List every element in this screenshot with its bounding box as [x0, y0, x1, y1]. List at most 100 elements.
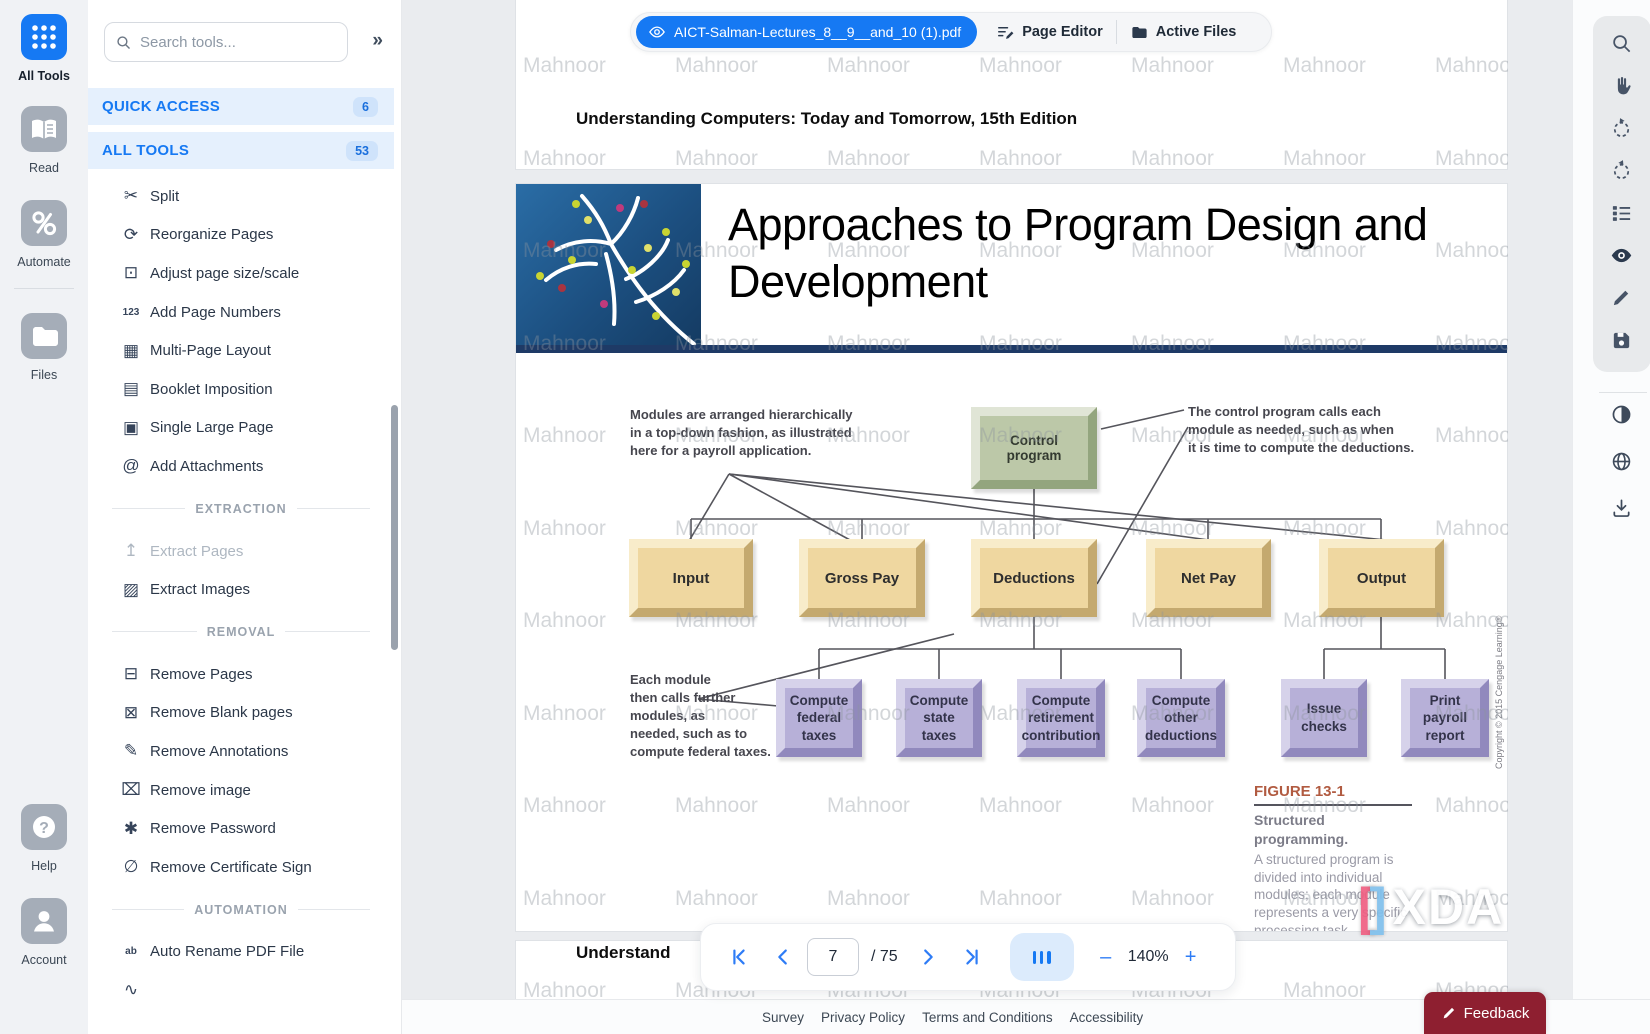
tool-item-extract-pages[interactable]: ↥Extract Pages: [88, 532, 394, 571]
page-count-label: / 75: [871, 948, 898, 966]
first-page-button[interactable]: [719, 937, 759, 977]
tool-label: Booklet Imposition: [150, 381, 273, 398]
tool-item-auto-rename-pdf-file[interactable]: abAuto Rename PDF File: [88, 933, 394, 972]
tool-item-adjust-page-size-scale[interactable]: ⊡Adjust page size/scale: [88, 254, 394, 293]
rotate-counterclockwise-icon[interactable]: [1610, 117, 1633, 140]
tool-item-add-page-numbers[interactable]: 123Add Page Numbers: [88, 293, 394, 332]
tool-item-remove-certificate-sign[interactable]: ∅Remove Certificate Sign: [88, 848, 394, 887]
copyright-text: Copyright © 2015 Cengage Learning®: [1494, 616, 1504, 769]
footer-link-privacy-policy[interactable]: Privacy Policy: [821, 1010, 905, 1025]
tool-item-remove-blank-pages[interactable]: ⊠Remove Blank pages: [88, 694, 394, 733]
book-icon: [21, 106, 67, 152]
document-file-name: AICT-Salman-Lectures_8__9__and_10 (1).pd…: [674, 24, 961, 40]
sidebar-label: Files: [0, 368, 88, 382]
tool-item-multi-page-layout[interactable]: ▦ Multi-Page Layout: [88, 331, 394, 370]
footer-link-survey[interactable]: Survey: [762, 1010, 804, 1025]
rail-divider: [14, 288, 74, 289]
quick-access-count-badge: 6: [353, 97, 378, 117]
contrast-theme-icon[interactable]: [1610, 403, 1633, 426]
module-box-input: Input: [629, 539, 753, 617]
sidebar-item-all-tools[interactable]: All Tools: [0, 14, 88, 83]
tool-item-reorganize-pages[interactable]: ⟳Reorganize Pages: [88, 216, 394, 255]
book-header-text: Understanding Computers: Today and Tomor…: [576, 109, 1077, 129]
all-tools-grid-icon: [21, 14, 67, 60]
find-in-document-icon[interactable]: [1610, 32, 1633, 55]
thumbnail-list-icon[interactable]: [1610, 202, 1633, 225]
auto-rename-pdf-file-icon: ab: [118, 946, 144, 957]
tools-panel-scrollbar[interactable]: [391, 405, 398, 650]
document-tab-bar: AICT-Salman-Lectures_8__9__and_10 (1).pd…: [630, 12, 1272, 52]
zoom-out-button[interactable]: –: [1092, 946, 1120, 969]
page-editor-button[interactable]: Page Editor: [983, 13, 1116, 51]
module-box-output: Output: [1319, 539, 1444, 617]
module-box-gross-pay: Gross Pay: [799, 539, 925, 617]
search-tools-box[interactable]: [104, 22, 348, 62]
tool-item-remove-password[interactable]: ✱Remove Password: [88, 809, 394, 848]
folder-icon: [1130, 23, 1149, 42]
tool-label: Extract Images: [150, 581, 250, 598]
all-tools-count-badge: 53: [346, 141, 378, 161]
view-mode-eye-icon[interactable]: [1610, 244, 1633, 267]
footer-link-accessibility[interactable]: Accessibility: [1070, 1010, 1144, 1025]
active-files-button[interactable]: Active Files: [1117, 13, 1250, 51]
previous-page-button[interactable]: [763, 937, 803, 977]
module-box-compute-other-deductions: Compute other deductions: [1137, 679, 1225, 757]
sidebar-label: Read: [0, 161, 88, 175]
download-icon[interactable]: [1610, 497, 1633, 520]
page-number-input[interactable]: [807, 938, 859, 976]
sidebar-item-read[interactable]: Read: [0, 106, 88, 175]
next-page-button[interactable]: [908, 937, 948, 977]
module-box-control-program: Control program: [971, 407, 1097, 489]
multi-page-view-button[interactable]: [1010, 933, 1074, 981]
module-box-deductions: Deductions: [971, 539, 1097, 617]
module-box-compute-state-taxes: Compute state taxes: [896, 679, 982, 757]
tool-label: Remove image: [150, 782, 251, 799]
section-removal: REMOVAL: [112, 620, 370, 644]
multi-page-layout-icon: ▦: [118, 341, 144, 361]
tool-item-extract-images[interactable]: ▨ Extract Images: [88, 570, 394, 609]
remove-pages-icon: ⊟: [118, 664, 144, 684]
extract-images-icon: ▨: [118, 580, 144, 600]
save-icon[interactable]: [1610, 329, 1633, 352]
remove-image-icon: ⌧: [118, 780, 144, 800]
tool-item-partial-item[interactable]: ∿: [88, 971, 394, 1010]
sidebar-label: Help: [0, 859, 88, 873]
tool-label: Multi-Page Layout: [150, 342, 271, 359]
search-tools-input[interactable]: [140, 34, 337, 51]
sidebar-item-files[interactable]: Files: [0, 313, 88, 382]
hand-pan-icon[interactable]: [1610, 74, 1633, 97]
all-tools-row[interactable]: ALL TOOLS 53: [88, 132, 394, 169]
diagram-note-hierarchy: Modules are arranged hierarchically in a…: [630, 406, 900, 460]
diagram-note-each-module: Each module then calls further modules, …: [630, 671, 780, 761]
rotate-clockwise-icon[interactable]: [1610, 159, 1633, 182]
feedback-button[interactable]: Feedback: [1424, 992, 1546, 1034]
tool-item-remove-image[interactable]: ⌧ Remove image: [88, 771, 394, 810]
tool-label: Remove Pages: [150, 666, 253, 683]
zoom-in-button[interactable]: +: [1177, 946, 1205, 969]
tool-item-booklet-imposition[interactable]: ▤Booklet Imposition: [88, 370, 394, 409]
add-page-numbers-icon: 123: [118, 307, 144, 318]
add-attachments-icon: @: [118, 456, 144, 476]
tool-item-split[interactable]: ✂Split: [88, 177, 394, 216]
sidebar-label: Account: [0, 953, 88, 967]
app-window: All Tools Read Automate: [0, 0, 1650, 1034]
sidebar-item-help[interactable]: ? Help: [0, 804, 88, 873]
language-globe-icon[interactable]: [1610, 450, 1633, 473]
annotate-pencil-icon[interactable]: [1610, 286, 1633, 309]
tool-item-remove-pages[interactable]: ⊟ Remove Pages: [88, 655, 394, 694]
zoom-level-label: 140%: [1128, 948, 1169, 966]
tool-item-remove-annotations[interactable]: ✎Remove Annotations: [88, 732, 394, 771]
collapse-panel-chevrons-icon[interactable]: »: [372, 30, 383, 52]
sidebar-item-account[interactable]: Account: [0, 898, 88, 967]
module-box-print-payroll-report: Print payroll report: [1401, 679, 1489, 757]
tool-label: Split: [150, 188, 179, 205]
tool-item-add-attachments[interactable]: @Add Attachments: [88, 447, 394, 486]
remove-password-icon: ✱: [118, 819, 144, 839]
tool-item-single-large-page[interactable]: ▣Single Large Page: [88, 409, 394, 448]
active-document-tab[interactable]: AICT-Salman-Lectures_8__9__and_10 (1).pd…: [636, 16, 977, 48]
last-page-button[interactable]: [952, 937, 992, 977]
sidebar-item-automate[interactable]: Automate: [0, 200, 88, 269]
tool-label: Remove Blank pages: [150, 704, 293, 721]
footer-link-terms-and-conditions[interactable]: Terms and Conditions: [922, 1010, 1053, 1025]
quick-access-row[interactable]: QUICK ACCESS 6: [88, 88, 394, 125]
